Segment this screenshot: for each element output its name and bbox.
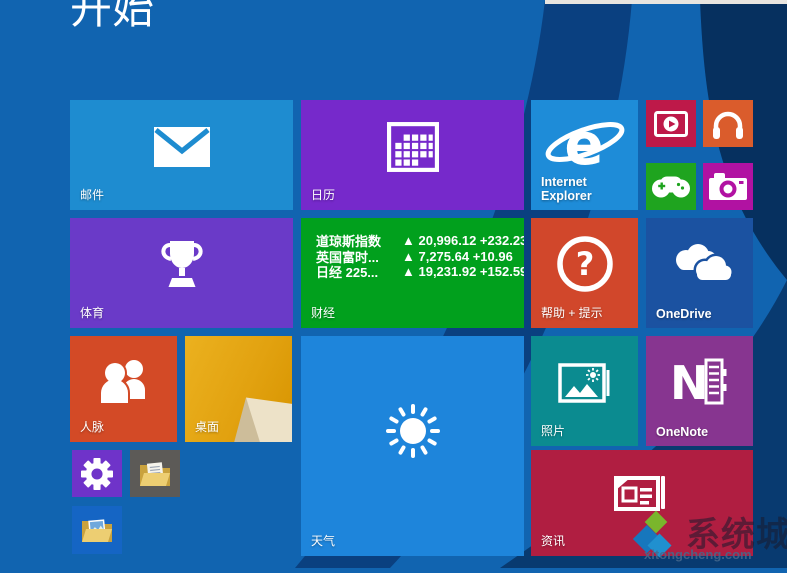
- tile-music[interactable]: [703, 100, 753, 147]
- svg-text:N: N: [670, 357, 709, 407]
- tile-camera[interactable]: [703, 163, 753, 210]
- gear-icon: [81, 458, 113, 490]
- tile-file-explorer[interactable]: [130, 450, 180, 497]
- ie-e-icon: e: [541, 112, 629, 176]
- photo-frame-icon: [558, 360, 612, 404]
- tile-sports[interactable]: 体育: [70, 218, 293, 328]
- tile-finance[interactable]: 道琼斯指数 ▲ 20,996.12 +232.23 英国富时... ▲ 7,27…: [301, 218, 524, 328]
- tile-people[interactable]: 人脉: [70, 336, 177, 442]
- index-quote: ▲ 20,996.12 +232.23: [402, 233, 524, 248]
- headphones-icon: [710, 108, 746, 140]
- tile-label: 桌面: [195, 418, 219, 435]
- tile-label: 体育: [80, 304, 104, 321]
- tile-help-tips[interactable]: ? 帮助 + 提示: [531, 218, 638, 328]
- calendar-grid-icon: [387, 122, 439, 172]
- tile-mail[interactable]: 邮件: [70, 100, 293, 210]
- game-controller-icon: [651, 173, 691, 200]
- svg-text:e: e: [564, 112, 603, 176]
- people-icon: [95, 357, 153, 409]
- tile-label: OneDrive: [656, 307, 734, 321]
- watermark: 系统城 xitongcheng.com: [630, 505, 787, 568]
- trophy-icon: [155, 237, 209, 293]
- sun-icon: [384, 402, 442, 460]
- finance-row: 日经 225... ▲ 19,231.92 +152.59: [316, 264, 524, 280]
- tile-video[interactable]: [646, 100, 696, 147]
- tile-label: Internet Explorer: [541, 175, 619, 203]
- tile-onedrive[interactable]: OneDrive: [646, 218, 753, 328]
- tile-pictures-folder[interactable]: [72, 506, 122, 554]
- camera-icon: [709, 173, 747, 201]
- svg-text:?: ?: [575, 245, 594, 283]
- tile-label: 帮助 + 提示: [541, 304, 603, 321]
- tile-games[interactable]: [646, 163, 696, 210]
- onenote-n-icon: N: [669, 357, 731, 407]
- index-name: 日经 225...: [316, 262, 402, 281]
- tile-label: 照片: [541, 422, 565, 439]
- folder-pictures-icon: [79, 514, 115, 546]
- index-quote: ▲ 7,275.64 +10.96: [402, 249, 513, 264]
- tile-weather[interactable]: 天气: [301, 336, 524, 556]
- tile-label: 天气: [311, 532, 335, 549]
- start-title: 开始: [70, 0, 154, 32]
- index-quote: ▲ 19,231.92 +152.59: [402, 264, 524, 279]
- tile-label: 财经: [311, 304, 335, 321]
- envelope-icon: [154, 127, 210, 167]
- tile-label: 人脉: [80, 418, 104, 435]
- tile-label: 邮件: [80, 186, 104, 203]
- tile-label: 日历: [311, 186, 335, 203]
- tile-calendar[interactable]: 日历: [301, 100, 524, 210]
- tile-label: OneNote: [656, 425, 734, 439]
- tile-desktop[interactable]: 桌面: [185, 336, 292, 442]
- watermark-url: xitongcheng.com: [644, 547, 752, 562]
- tile-onenote[interactable]: N OneNote: [646, 336, 753, 446]
- tile-internet-explorer[interactable]: e Internet Explorer: [531, 100, 638, 210]
- video-player-icon: [654, 111, 688, 137]
- folder-document-icon: [137, 458, 173, 490]
- tile-label: 资讯: [541, 532, 565, 549]
- question-mark-icon: ?: [554, 233, 616, 295]
- top-edge-strip: [545, 0, 787, 4]
- finance-quotes: 道琼斯指数 ▲ 20,996.12 +232.23 英国富时... ▲ 7,27…: [316, 233, 524, 280]
- cloud-icon: [666, 243, 734, 285]
- tile-photos[interactable]: 照片: [531, 336, 638, 446]
- tile-settings[interactable]: [72, 450, 122, 497]
